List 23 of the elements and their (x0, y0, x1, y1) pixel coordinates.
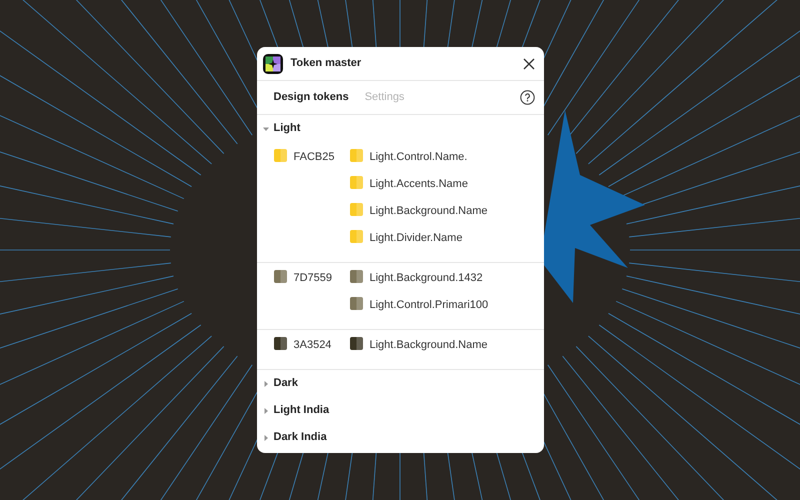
token-name[interactable]: Light.Accents.Name (370, 176, 468, 192)
token-name[interactable]: Light.Background.1432 (370, 270, 483, 286)
token-name[interactable]: Light.Control.Primari100 (370, 297, 488, 314)
app-logo-icon (262, 54, 282, 74)
token-name[interactable]: Light.Background.Name (370, 337, 488, 354)
group-name[interactable]: Dark (274, 375, 298, 392)
tab[interactable]: Design tokens (274, 89, 349, 106)
hex-value: 7D7559 (294, 271, 332, 286)
caret-icon[interactable] (262, 124, 270, 132)
caret-icon[interactable] (262, 434, 270, 442)
close-button[interactable] (522, 56, 536, 70)
hex-value: FACB25 (294, 150, 334, 165)
help-icon[interactable] (520, 90, 534, 105)
caret-icon[interactable] (262, 406, 270, 414)
token-name[interactable]: Light.Divider.Name (370, 230, 462, 246)
group-name[interactable]: Light (274, 120, 300, 137)
window-title: Token master (290, 56, 362, 72)
group-name[interactable]: Dark India (274, 429, 327, 446)
group-name[interactable]: Light India (274, 402, 330, 419)
token-name[interactable]: Light.Background.Name (370, 203, 488, 220)
token-name[interactable]: Light.Control.Name. (370, 149, 468, 166)
caret-icon[interactable] (262, 380, 270, 388)
hex-value: 3A3524 (294, 338, 332, 353)
